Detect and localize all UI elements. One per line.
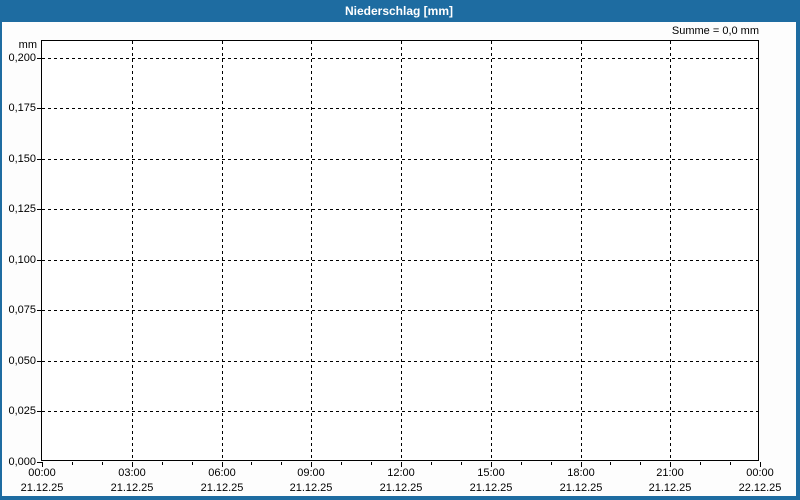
x-gridline xyxy=(491,41,492,460)
x-axis-minor-tick xyxy=(610,462,611,465)
x-tick-date: 21.12.25 xyxy=(200,482,244,494)
x-tick-label: 06:00 21.12.25 xyxy=(187,467,257,495)
y-axis-tick xyxy=(37,108,42,109)
plot-area: mm 0,200 0,175 0,150 0,125 0,100 0,075 0,050 0,… xyxy=(8,39,781,494)
y-axis-tick xyxy=(37,159,42,160)
x-tick-label: 09:00 21.12.25 xyxy=(276,467,346,495)
x-tick-label: 00:00 21.12.25 xyxy=(7,467,77,495)
x-tick-time: 03:00 xyxy=(118,467,146,479)
x-axis-minor-tick xyxy=(521,462,522,465)
y-axis-tick xyxy=(37,209,42,210)
x-axis-minor-tick xyxy=(461,462,462,465)
x-axis-minor-tick xyxy=(371,462,372,465)
y-tick-label: 0,100 xyxy=(8,254,36,266)
x-tick-time: 06:00 xyxy=(208,467,236,479)
x-tick-date: 21.12.25 xyxy=(20,482,64,494)
x-gridline xyxy=(670,41,671,460)
chart-window: Niederschlag [mm] Summe = 0,0 mm mm 0,20… xyxy=(0,0,800,500)
sum-annotation: Summe = 0,0 mm xyxy=(671,25,759,37)
y-axis-tick xyxy=(37,260,42,261)
x-tick-date: 21.12.25 xyxy=(648,482,692,494)
x-tick-time: 09:00 xyxy=(297,467,325,479)
x-tick-time: 12:00 xyxy=(387,467,415,479)
x-axis-minor-tick xyxy=(551,462,552,465)
y-tick-label: 0,125 xyxy=(8,203,36,215)
x-axis-minor-tick xyxy=(192,462,193,465)
x-axis-minor-tick xyxy=(640,462,641,465)
x-axis-minor-tick xyxy=(72,462,73,465)
x-tick-label: 21:00 21.12.25 xyxy=(635,467,705,495)
x-tick-time: 21:00 xyxy=(656,467,684,479)
y-gridline xyxy=(42,209,758,210)
y-axis-tick xyxy=(37,58,42,59)
x-tick-label: 12:00 21.12.25 xyxy=(366,467,436,495)
x-gridline xyxy=(401,41,402,460)
chart-title: Niederschlag [mm] xyxy=(344,4,454,18)
x-tick-time: 15:00 xyxy=(477,467,505,479)
y-gridline xyxy=(42,310,758,311)
y-gridline xyxy=(42,361,758,362)
x-tick-label: 18:00 21.12.25 xyxy=(546,467,616,495)
y-axis-tick xyxy=(37,310,42,311)
x-axis-minor-tick xyxy=(162,462,163,465)
x-axis-minor-tick xyxy=(700,462,701,465)
chart-title-bar: Niederschlag [mm] xyxy=(2,0,796,22)
x-gridline xyxy=(581,41,582,460)
y-tick-label: 0,025 xyxy=(8,405,36,417)
y-tick-label: 0,075 xyxy=(8,304,36,316)
x-axis-minor-tick xyxy=(730,462,731,465)
x-gridline xyxy=(222,41,223,460)
y-gridline xyxy=(42,159,758,160)
y-axis-unit-label: mm xyxy=(18,39,37,51)
y-gridline xyxy=(42,411,758,412)
x-tick-time: 18:00 xyxy=(567,467,595,479)
x-axis-minor-tick xyxy=(251,462,252,465)
x-tick-time: 00:00 xyxy=(746,467,774,479)
x-gridline xyxy=(132,41,133,460)
x-axis-minor-tick xyxy=(431,462,432,465)
x-tick-date: 21.12.25 xyxy=(469,482,513,494)
y-axis-tick xyxy=(37,411,42,412)
x-axis-minor-tick xyxy=(341,462,342,465)
y-gridline xyxy=(42,260,758,261)
y-tick-label: 0,175 xyxy=(8,102,36,114)
x-tick-date: 21.12.25 xyxy=(559,482,603,494)
y-gridline xyxy=(42,58,758,59)
y-tick-label: 0,050 xyxy=(8,355,36,367)
y-tick-label: 0,200 xyxy=(8,52,36,64)
x-tick-date: 22.12.25 xyxy=(738,482,782,494)
x-tick-label: 00:00 22.12.25 xyxy=(725,467,795,495)
x-tick-time: 00:00 xyxy=(28,467,56,479)
y-gridline xyxy=(42,108,758,109)
y-tick-label: 0,150 xyxy=(8,153,36,165)
x-gridline xyxy=(311,41,312,460)
x-tick-date: 21.12.25 xyxy=(110,482,154,494)
x-tick-label: 15:00 21.12.25 xyxy=(456,467,526,495)
x-tick-date: 21.12.25 xyxy=(289,482,333,494)
x-tick-label: 03:00 21.12.25 xyxy=(97,467,167,495)
x-axis-minor-tick xyxy=(281,462,282,465)
x-tick-date: 21.12.25 xyxy=(379,482,423,494)
y-axis-tick xyxy=(37,361,42,362)
x-axis-minor-tick xyxy=(102,462,103,465)
